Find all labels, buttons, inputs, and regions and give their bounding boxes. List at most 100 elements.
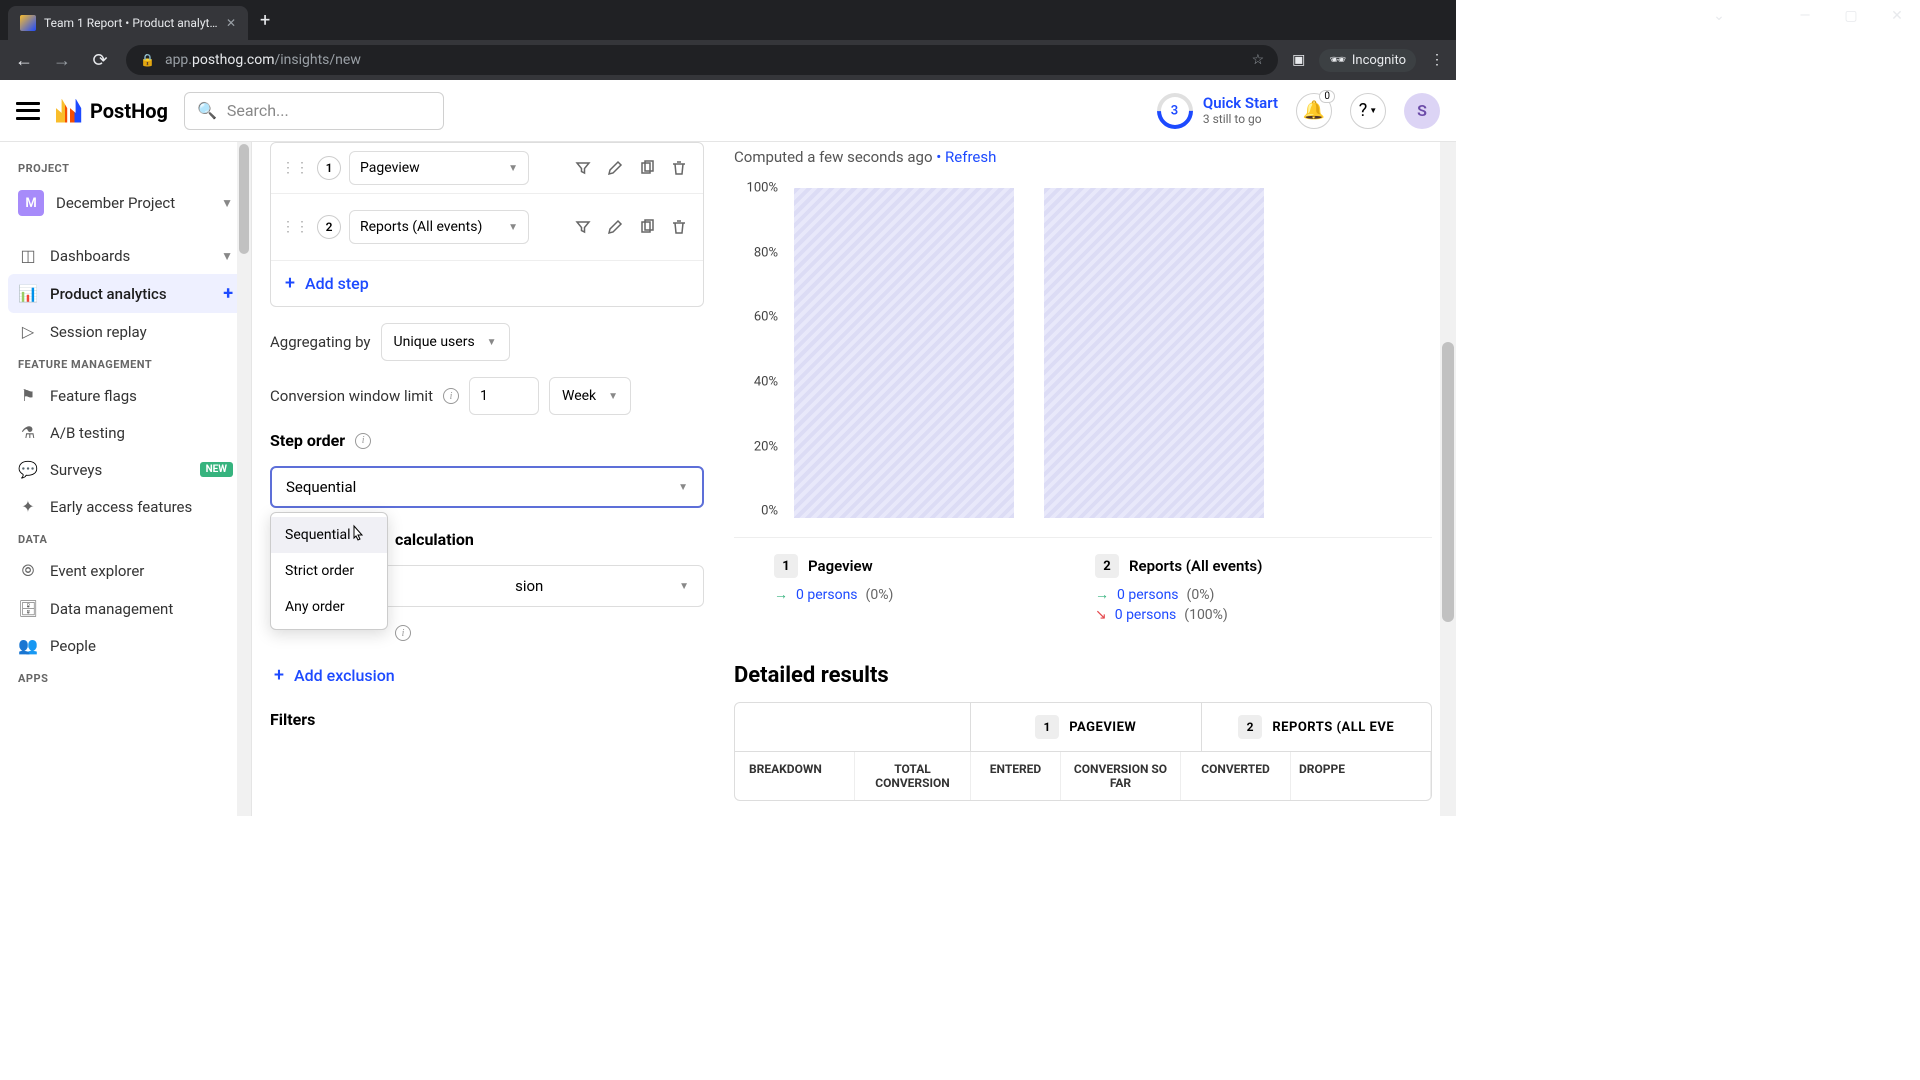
filter-icon[interactable]: [569, 154, 597, 182]
info-icon[interactable]: i: [443, 388, 459, 404]
chevron-down-icon: ▼: [678, 482, 688, 493]
filter-icon[interactable]: [569, 213, 597, 241]
chrome-menu-icon[interactable]: ⋮: [1430, 52, 1444, 68]
col-entered: ENTERED: [971, 752, 1061, 800]
copy-icon[interactable]: [633, 213, 661, 241]
table-group-1: 1 PAGEVIEW: [971, 703, 1202, 751]
new-tab-button[interactable]: +: [260, 10, 270, 31]
drag-handle-icon[interactable]: ⋮⋮: [281, 219, 309, 235]
plus-icon: +: [274, 665, 284, 686]
sidebar-item-surveys[interactable]: 💬 Surveys NEW: [8, 451, 243, 488]
conversion-window-input[interactable]: [469, 377, 539, 415]
delete-icon[interactable]: [665, 213, 693, 241]
back-button[interactable]: ←: [12, 50, 36, 71]
refresh-link[interactable]: Refresh: [945, 148, 996, 166]
arrow-right-icon: →: [774, 586, 788, 603]
maximize-button[interactable]: ▢: [1828, 0, 1874, 32]
notifications-button[interactable]: 🔔 0: [1296, 93, 1332, 129]
chevron-down-icon: ▼: [1369, 106, 1377, 115]
close-window-button[interactable]: ✕: [1874, 0, 1920, 32]
info-icon[interactable]: i: [395, 625, 411, 641]
sidebar-item-label: Event explorer: [50, 562, 144, 580]
sidebar-item-label: Feature flags: [50, 387, 137, 405]
col-converted: CONVERTED: [1181, 752, 1291, 800]
bar-step-1[interactable]: [794, 188, 1014, 518]
sidebar-item-data-management[interactable]: 🗄 Data management: [8, 590, 243, 627]
col-dropped: DROPPE: [1291, 752, 1431, 800]
forward-button[interactable]: →: [50, 50, 74, 71]
legend-num: 2: [1095, 554, 1119, 578]
help-button[interactable]: ? ▼: [1350, 93, 1386, 129]
sidebar-item-dashboards[interactable]: ◫ Dashboards ▼: [8, 237, 243, 274]
chat-icon: 💬: [18, 460, 38, 479]
menu-toggle-button[interactable]: [16, 102, 40, 120]
project-selector[interactable]: M December Project ▼: [8, 181, 243, 225]
incognito-badge[interactable]: 🕶 Incognito: [1319, 49, 1416, 72]
sidebar-item-product-analytics[interactable]: 📊 Product analytics +: [8, 274, 243, 313]
info-icon[interactable]: i: [355, 433, 371, 449]
minimize-button[interactable]: ―: [1782, 0, 1828, 32]
dropdown-option-any-order[interactable]: Any order: [271, 589, 387, 625]
browser-tab[interactable]: Team 1 Report • Product analytics ✕: [8, 6, 248, 40]
y-tick: 60%: [754, 310, 778, 325]
search-input[interactable]: 🔍 Search...: [184, 92, 444, 130]
persons-link[interactable]: 0 persons: [1117, 587, 1179, 603]
quickstart-subtitle: 3 still to go: [1203, 112, 1278, 126]
sidebar-item-ab-testing[interactable]: ⚗ A/B testing: [8, 414, 243, 451]
sidebar-item-session-replay[interactable]: ▷ Session replay: [8, 313, 243, 350]
logo[interactable]: PostHog: [56, 99, 168, 123]
sidebar-item-feature-flags[interactable]: ⚑ Feature flags: [8, 377, 243, 414]
edit-icon[interactable]: [601, 213, 629, 241]
play-icon: ▷: [18, 322, 38, 341]
close-tab-icon[interactable]: ✕: [226, 16, 236, 30]
add-step-button[interactable]: + Add step: [271, 260, 703, 306]
chrome-caret-icon[interactable]: ⌄: [1696, 0, 1742, 32]
sidebar-item-people[interactable]: 👥 People: [8, 627, 243, 664]
bar-step-2[interactable]: [1044, 188, 1264, 518]
step-event-select[interactable]: Pageview ▼: [349, 151, 529, 185]
edit-icon[interactable]: [601, 154, 629, 182]
step-order-dropdown-menu: Sequential Strict order Any order: [270, 512, 388, 630]
step-event-select[interactable]: Reports (All events) ▼: [349, 210, 529, 244]
reload-button[interactable]: ⟳: [88, 50, 112, 71]
persons-link[interactable]: 0 persons: [1115, 607, 1177, 623]
dropdown-option-sequential[interactable]: Sequential: [271, 517, 387, 553]
persons-link[interactable]: 0 persons: [796, 587, 858, 603]
legend-num: 1: [774, 554, 798, 578]
add-exclusion-button[interactable]: + Add exclusion: [270, 657, 704, 694]
arrow-down-icon: ↘: [1095, 607, 1107, 623]
chevron-down-icon: ▼: [508, 163, 518, 174]
col-conversion-so-far: CONVERSION SO FAR: [1061, 752, 1181, 800]
aggregating-select[interactable]: Unique users ▼: [381, 323, 510, 361]
avatar[interactable]: S: [1404, 93, 1440, 129]
drag-handle-icon[interactable]: ⋮⋮: [281, 160, 309, 176]
aggregating-value: Unique users: [394, 334, 475, 350]
group-num: 1: [1035, 715, 1059, 739]
sidebar-scrollbar[interactable]: [237, 142, 251, 816]
copy-icon[interactable]: [633, 154, 661, 182]
url-field[interactable]: 🔒 app.posthog.com/insights/new ☆: [126, 45, 1278, 75]
step-order-value: Sequential: [286, 478, 356, 496]
quickstart-widget[interactable]: 3 Quick Start 3 still to go: [1157, 93, 1278, 129]
conversion-window-row: Conversion window limit i Week ▼: [270, 377, 704, 415]
step-order-select[interactable]: Sequential ▼: [270, 466, 704, 508]
main-scrollbar[interactable]: [1440, 142, 1456, 816]
legend-item-2: 2 Reports (All events) → 0 persons (0%) …: [1095, 554, 1392, 627]
add-exclusion-label: Add exclusion: [294, 666, 395, 685]
sidebar-item-early-access[interactable]: ✦ Early access features: [8, 488, 243, 525]
delete-icon[interactable]: [665, 154, 693, 182]
conversion-window-unit-select[interactable]: Week ▼: [549, 377, 631, 415]
sidebar-item-event-explorer[interactable]: ⦾ Event explorer: [8, 552, 243, 590]
col-total-conversion: TOTAL CONVERSION: [855, 752, 971, 800]
dropdown-option-strict-order[interactable]: Strict order: [271, 553, 387, 589]
sidebar-scroll-thumb[interactable]: [239, 144, 249, 254]
section-feature: FEATURE MANAGEMENT: [8, 350, 243, 377]
main-scroll-thumb[interactable]: [1442, 342, 1454, 622]
legend-row: → 0 persons (0%): [774, 586, 1071, 603]
sidebar-item-label: A/B testing: [50, 424, 125, 442]
plus-icon[interactable]: +: [223, 283, 233, 304]
star-icon[interactable]: ☆: [1252, 52, 1265, 68]
extensions-icon[interactable]: ▣: [1292, 52, 1305, 68]
step-event-label: Reports (All events): [360, 219, 482, 235]
logo-text: PostHog: [90, 99, 168, 123]
